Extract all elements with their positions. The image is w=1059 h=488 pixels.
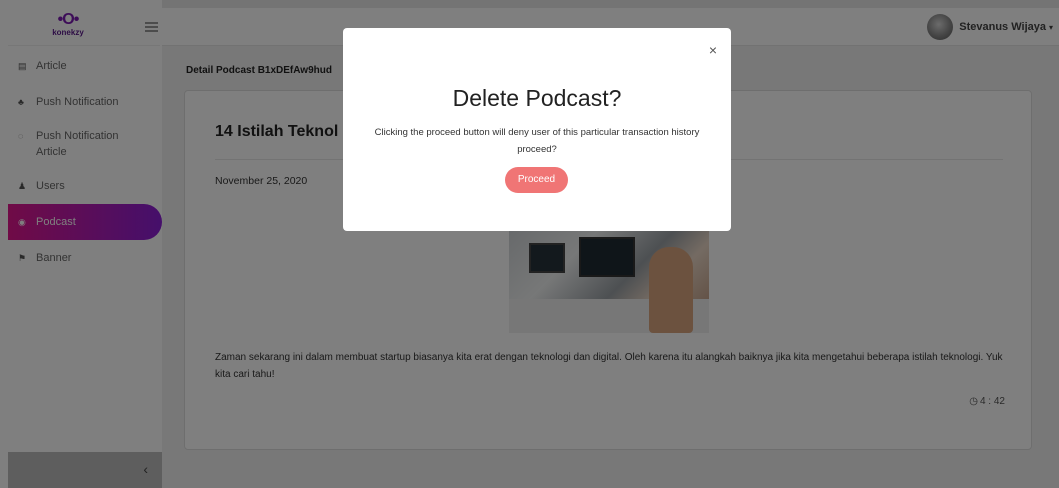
- modal-title: Delete Podcast?: [452, 85, 622, 111]
- modal-message: Clicking the proceed button will deny us…: [374, 127, 700, 155]
- delete-podcast-modal: × Delete Podcast? Clicking the proceed b…: [343, 28, 731, 231]
- proceed-button[interactable]: Proceed: [505, 167, 568, 193]
- close-icon[interactable]: ×: [709, 42, 717, 58]
